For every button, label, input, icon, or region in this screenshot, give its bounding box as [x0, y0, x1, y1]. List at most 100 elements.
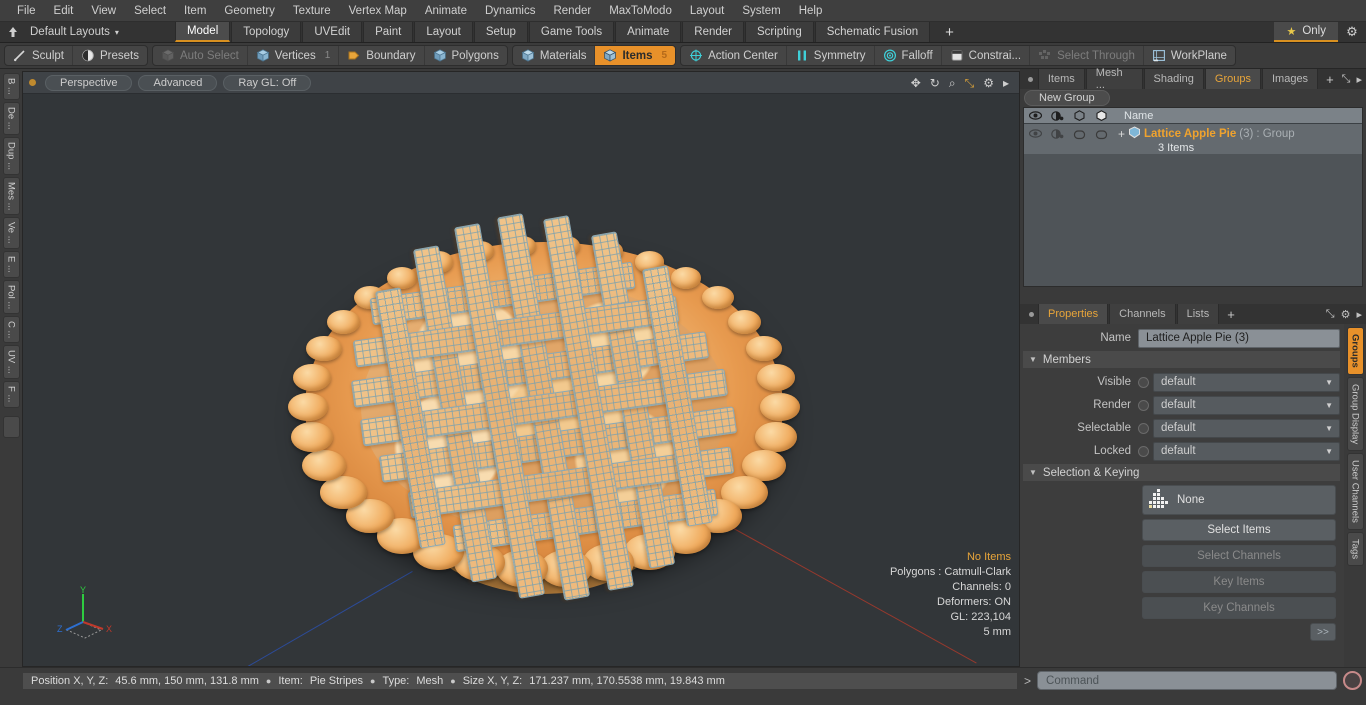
layout-tab-render[interactable]: Render [682, 22, 744, 42]
chevron-right-icon[interactable]: ▸ [1356, 308, 1362, 321]
expand-icon[interactable]: ⤡ [1342, 73, 1351, 86]
menu-item-maxtomodo[interactable]: MaxToModo [600, 0, 681, 22]
tool-boundary[interactable]: Boundary [339, 46, 425, 65]
member-dropdown-visible[interactable]: default ▼ [1153, 372, 1340, 392]
viewport-view-mode[interactable]: Perspective [45, 74, 133, 91]
tool-workplane[interactable]: WorkPlane [1144, 46, 1235, 65]
only-button[interactable]: ★ Only [1274, 22, 1338, 42]
tool-symmetry[interactable]: Symmetry [787, 46, 875, 65]
layout-tab-schematic-fusion[interactable]: Schematic Fusion [814, 22, 931, 42]
members-section-header[interactable]: ▼ Members [1023, 351, 1340, 368]
tab-shading[interactable]: Shading [1143, 69, 1204, 89]
layout-tab-animate[interactable]: Animate [615, 22, 682, 42]
new-group-button[interactable]: New Group [1024, 90, 1110, 106]
table-row[interactable]: + Lattice Apple Pie (3) : Group 3 Items [1024, 124, 1362, 154]
left-tab-mes[interactable]: Mes ... [2, 176, 20, 216]
right-tab-tags[interactable]: Tags [1346, 531, 1364, 566]
more-options-button[interactable]: >> [1310, 623, 1336, 641]
command-input[interactable]: Command [1037, 671, 1337, 690]
menu-item-render[interactable]: Render [544, 0, 600, 22]
menu-item-item[interactable]: Item [175, 0, 215, 22]
home-icon[interactable] [0, 22, 26, 42]
member-toggle-dot[interactable] [1138, 445, 1149, 457]
play-icon[interactable]: ▸ [1003, 77, 1009, 89]
tab-lists[interactable]: Lists [1176, 304, 1220, 324]
tool-select-through[interactable]: Select Through [1030, 46, 1144, 65]
menu-item-dynamics[interactable]: Dynamics [476, 0, 544, 22]
member-toggle-dot[interactable] [1138, 376, 1149, 388]
wireframe-icon[interactable] [1068, 110, 1090, 121]
member-dropdown-render[interactable]: default ▼ [1153, 395, 1340, 415]
tool-action-center[interactable]: Action Center [681, 46, 787, 65]
apple-pie-model[interactable] [288, 213, 800, 614]
viewport-menu-dot-icon[interactable] [29, 79, 36, 86]
shaded-icon[interactable] [1090, 110, 1112, 121]
menu-item-file[interactable]: File [8, 0, 45, 22]
tool-auto-select[interactable]: Auto Select [153, 46, 248, 65]
left-tab-c[interactable]: C ... [2, 315, 20, 344]
right-tab-group-display[interactable]: Group Display [1346, 376, 1364, 451]
layout-tab-game-tools[interactable]: Game Tools [528, 22, 615, 42]
eye-icon[interactable] [1024, 111, 1046, 120]
add-groups-tab-button[interactable]: + [1319, 69, 1341, 89]
tool-sculpt[interactable]: Sculpt [5, 46, 73, 65]
tool-constrai[interactable]: Constrai... [942, 46, 1031, 65]
rotate-icon[interactable]: ↻ [930, 77, 940, 89]
tab-channels[interactable]: Channels [1109, 304, 1176, 324]
panel-menu-dot-icon[interactable] [1024, 69, 1038, 89]
menu-item-geometry[interactable]: Geometry [215, 0, 284, 22]
viewport-shading-mode[interactable]: Advanced [138, 74, 218, 91]
layout-tab-model[interactable]: Model [174, 22, 231, 42]
row-wireframe-toggle[interactable] [1068, 124, 1090, 154]
left-tab-e[interactable]: E ... [2, 250, 20, 278]
tab-groups[interactable]: Groups [1204, 69, 1261, 89]
menu-item-texture[interactable]: Texture [284, 0, 340, 22]
tool-vertices[interactable]: Vertices 1 [248, 46, 340, 65]
member-dropdown-locked[interactable]: default ▼ [1153, 441, 1340, 461]
fit-icon[interactable]: ⤡ [965, 77, 975, 89]
tool-materials[interactable]: Materials [513, 46, 596, 65]
selection-keying-section-header[interactable]: ▼ Selection & Keying [1023, 464, 1340, 481]
tab-images[interactable]: Images [1261, 69, 1319, 89]
left-tab-de[interactable]: De ... [2, 101, 20, 135]
right-tab-groups[interactable]: Groups [1346, 327, 1364, 375]
add-layout-tab-button[interactable]: + [931, 22, 968, 42]
viewport-raygl-mode[interactable]: Ray GL: Off [223, 74, 312, 91]
menu-item-layout[interactable]: Layout [681, 0, 734, 22]
expand-icon[interactable]: ⤡ [1326, 308, 1335, 321]
default-layouts-dropdown[interactable]: Default Layouts ▾ [26, 22, 129, 42]
tool-polygons[interactable]: Polygons [425, 46, 507, 65]
name-field[interactable]: Lattice Apple Pie (3) [1138, 328, 1340, 348]
left-tab-b[interactable]: B ... [2, 73, 20, 100]
menu-item-select[interactable]: Select [125, 0, 175, 22]
record-icon[interactable] [1343, 671, 1362, 690]
member-toggle-dot[interactable] [1138, 399, 1149, 411]
left-tab-pol[interactable]: Pol ... [2, 279, 20, 314]
menu-item-vertex-map[interactable]: Vertex Map [340, 0, 416, 22]
layout-tab-uvedit[interactable]: UVEdit [302, 22, 363, 42]
gear-icon[interactable]: ⚙ [1341, 308, 1351, 321]
expand-row-button[interactable]: + [1116, 127, 1125, 141]
tool-presets[interactable]: Presets [73, 46, 147, 65]
tab-mesh[interactable]: Mesh ... [1085, 67, 1143, 91]
tab-properties[interactable]: Properties [1038, 304, 1109, 324]
menu-item-help[interactable]: Help [790, 0, 832, 22]
tool-falloff[interactable]: Falloff [875, 46, 942, 65]
layout-tab-paint[interactable]: Paint [363, 22, 414, 42]
row-shaded-toggle[interactable] [1090, 124, 1112, 154]
render-icon[interactable] [1046, 110, 1068, 121]
viewport-3d[interactable]: Perspective Advanced Ray GL: Off ✥ ↻ ⌕ ⤡ ⚙ ▸ [22, 71, 1020, 667]
layout-tab-setup[interactable]: Setup [473, 22, 528, 42]
right-tab-user-channels[interactable]: User Channels [1346, 452, 1364, 530]
tab-items[interactable]: Items [1037, 69, 1085, 89]
left-tab-extra[interactable] [2, 415, 20, 438]
left-tab-f[interactable]: F ... [2, 381, 20, 408]
row-render-icon[interactable] [1046, 124, 1068, 154]
menu-item-system[interactable]: System [733, 0, 789, 22]
zoom-icon[interactable]: ⌕ [949, 77, 956, 89]
layout-tab-layout[interactable]: Layout [414, 22, 473, 42]
chevron-right-icon[interactable]: ▸ [1356, 73, 1362, 86]
move-icon[interactable]: ✥ [911, 77, 921, 89]
left-tab-dup[interactable]: Dup ... [2, 136, 20, 175]
member-dropdown-selectable[interactable]: default ▼ [1153, 418, 1340, 438]
